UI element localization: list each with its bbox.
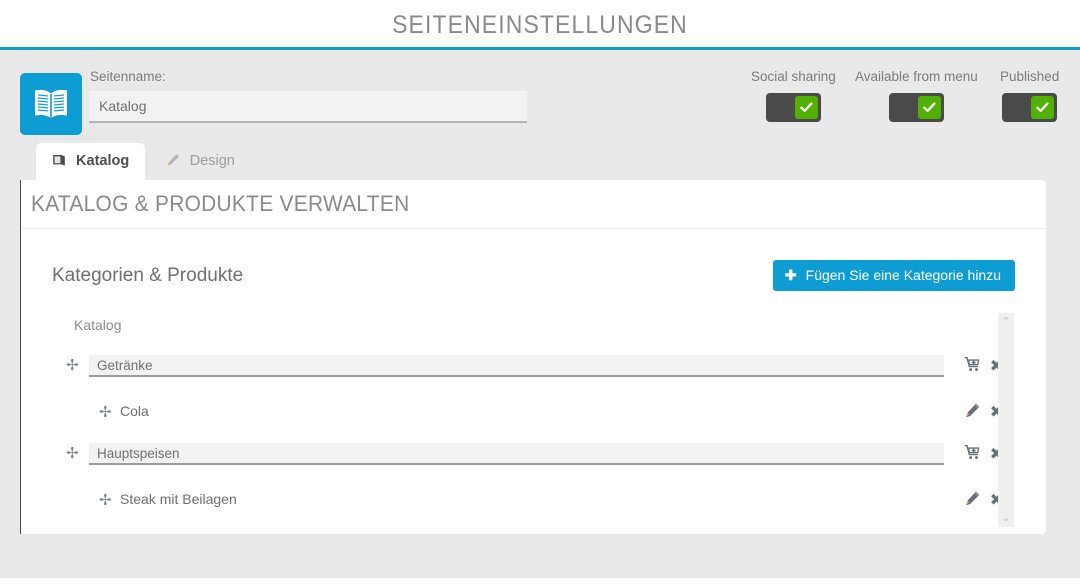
chevron-down-icon[interactable]: ⌄: [998, 511, 1014, 525]
card-header-title: KATALOG & PRODUKTE VERWALTEN: [31, 191, 410, 216]
main-card: KATALOG & PRODUKTE VERWALTEN Kategorien …: [20, 180, 1046, 534]
book-icon: [52, 155, 70, 171]
move-icon[interactable]: ✢: [66, 358, 79, 373]
toggle-social-sharing[interactable]: Social sharing: [751, 69, 836, 122]
check-icon: [1031, 96, 1055, 119]
category-name-input[interactable]: [89, 355, 944, 377]
product-name: Steak mit Beilagen: [120, 491, 237, 507]
page-name-label: Seitenname:: [90, 69, 166, 84]
chevron-up-icon[interactable]: ⌃: [998, 315, 1014, 329]
tab-design[interactable]: Design: [150, 143, 251, 180]
plus-icon: ✚: [784, 267, 797, 283]
move-icon[interactable]: ✢: [99, 493, 112, 508]
tree-root-label: Katalog: [74, 317, 122, 333]
page-name-input[interactable]: [89, 91, 527, 123]
book-icon: [20, 73, 82, 135]
add-category-button-label: Fügen Sie eine Kategorie hinzu: [805, 267, 1001, 283]
panel-title: Kategorien & Produkte: [52, 265, 244, 286]
move-icon[interactable]: ✢: [66, 446, 79, 461]
tree-scrollbar[interactable]: ⌃ ⌄: [998, 313, 1014, 527]
tab-label-design: Design: [189, 153, 235, 169]
panel-left-rule: [20, 180, 21, 534]
page-root: SEITENEINSTELLUNGEN Seitenname: Katalog …: [0, 0, 1080, 585]
category-name-input[interactable]: [89, 443, 944, 465]
page-settings-band: Seitenname: Social sharing Available fro…: [0, 53, 1080, 143]
pencil-icon[interactable]: [962, 490, 982, 512]
toggle-switch-published[interactable]: [1002, 93, 1058, 122]
tab-bar: Katalog Design: [36, 143, 251, 180]
category-tree: Katalog ✢ Getränke ✖ ✢ Cola ✖ ✢ Hauptspe…: [52, 313, 1014, 527]
cart-plus-icon[interactable]: [962, 356, 982, 378]
categories-panel: Kategorien & Produkte ✚ Fügen Sie eine Ka…: [36, 240, 1030, 534]
check-icon: [917, 96, 941, 119]
toggle-available-from-menu[interactable]: Available from menu: [855, 69, 978, 122]
toggle-label-published: Published: [1000, 69, 1060, 84]
toggle-published[interactable]: Published: [1000, 69, 1059, 122]
page-title: SEITENEINSTELLUNGEN: [392, 11, 688, 39]
bottom-strip: [0, 578, 1080, 585]
pencil-icon: [166, 154, 184, 171]
tab-label-katalog: Katalog: [76, 153, 130, 169]
move-icon[interactable]: ✢: [99, 405, 112, 420]
toggle-label-available-from-menu: Available from menu: [855, 69, 978, 84]
cart-plus-icon[interactable]: [962, 444, 982, 466]
pencil-icon[interactable]: [962, 402, 982, 424]
tab-katalog[interactable]: Katalog: [36, 143, 146, 180]
product-name: Cola: [120, 403, 149, 419]
add-category-button[interactable]: ✚ Fügen Sie eine Kategorie hinzu: [772, 260, 1015, 291]
toggle-switch-available-from-menu[interactable]: [888, 93, 944, 122]
title-bar: SEITENEINSTELLUNGEN: [0, 0, 1080, 50]
check-icon: [794, 96, 818, 119]
toggle-switch-social-sharing[interactable]: [765, 93, 821, 122]
card-header: KATALOG & PRODUKTE VERWALTEN: [20, 180, 1046, 229]
toggle-label-social-sharing: Social sharing: [751, 69, 836, 84]
